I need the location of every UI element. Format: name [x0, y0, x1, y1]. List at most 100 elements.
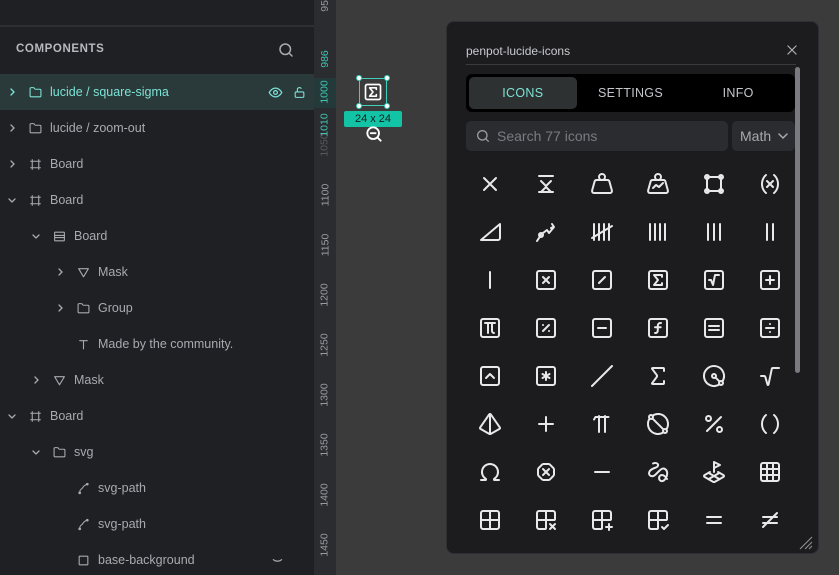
resize-handle[interactable]: [384, 75, 390, 81]
tab-icons[interactable]: ICONS: [469, 77, 577, 109]
ruler-tick-label: 1300: [319, 383, 332, 407]
chevron-down-icon[interactable]: [270, 553, 285, 568]
tab-settings[interactable]: SETTINGS: [577, 77, 685, 109]
layer-item[interactable]: Board: [0, 146, 314, 182]
ruler-tick: 1300: [314, 370, 336, 420]
layer-item[interactable]: Made by the community.: [0, 326, 314, 362]
icon-tile[interactable]: [578, 256, 626, 304]
resize-handle[interactable]: [384, 103, 390, 109]
chevron-down-icon: [778, 133, 788, 140]
icon-tile[interactable]: [466, 208, 514, 256]
icon-tile[interactable]: [746, 496, 794, 544]
layer-item[interactable]: Board: [0, 182, 314, 218]
icon-tile[interactable]: [578, 496, 626, 544]
icon-tile[interactable]: [578, 304, 626, 352]
icon-tile[interactable]: [746, 352, 794, 400]
layer-item-label: Board: [50, 193, 84, 207]
icon-tile[interactable]: [466, 160, 514, 208]
icon-tile[interactable]: [522, 304, 570, 352]
icon-tile[interactable]: [578, 352, 626, 400]
icon-tile[interactable]: [466, 352, 514, 400]
layer-item[interactable]: lucide / square-sigma: [0, 74, 314, 110]
square-plus-icon: [760, 270, 780, 290]
layer-item[interactable]: svg-path: [0, 470, 314, 506]
icon-search-input[interactable]: [497, 121, 722, 151]
icon-tile[interactable]: [746, 256, 794, 304]
icon-tile[interactable]: [466, 256, 514, 304]
resize-handle[interactable]: [356, 75, 362, 81]
icon-tile[interactable]: [578, 208, 626, 256]
chevron-right-icon[interactable]: [7, 87, 17, 97]
icon-tile[interactable]: [634, 352, 682, 400]
icon-tile[interactable]: [522, 352, 570, 400]
icon-tile[interactable]: [578, 160, 626, 208]
icon-tile[interactable]: [466, 400, 514, 448]
icon-tile[interactable]: [522, 208, 570, 256]
resize-grip-icon[interactable]: [797, 534, 813, 550]
icon-tile[interactable]: [746, 208, 794, 256]
layer-item[interactable]: svg: [0, 434, 314, 470]
grid-2x2-plus-icon: [592, 510, 613, 531]
chevron-down-icon[interactable]: [7, 195, 17, 205]
icon-tile[interactable]: [634, 208, 682, 256]
resize-handle[interactable]: [356, 103, 362, 109]
chevron-right-icon[interactable]: [7, 123, 17, 133]
zoom-out-icon[interactable]: [364, 124, 384, 144]
layer-item-label: lucide / zoom-out: [50, 121, 146, 135]
icon-tile[interactable]: [578, 400, 626, 448]
plus-icon: [538, 416, 554, 432]
icon-tile[interactable]: [690, 448, 738, 496]
icon-tile[interactable]: [690, 160, 738, 208]
icon-tile[interactable]: [634, 448, 682, 496]
selected-shape-square-sigma[interactable]: [356, 75, 390, 109]
icon-tile[interactable]: [522, 448, 570, 496]
icon-tile[interactable]: [746, 160, 794, 208]
icon-tile[interactable]: [578, 448, 626, 496]
tab-info[interactable]: INFO: [684, 77, 792, 109]
icon-tile[interactable]: [466, 496, 514, 544]
chevron-down-icon[interactable]: [31, 447, 41, 457]
icon-tile[interactable]: [690, 496, 738, 544]
icon-tile[interactable]: [634, 400, 682, 448]
icon-tile[interactable]: [522, 160, 570, 208]
icon-tile[interactable]: [690, 304, 738, 352]
chevron-right-icon[interactable]: [7, 159, 17, 169]
icon-tile[interactable]: [690, 256, 738, 304]
search-icon[interactable]: [277, 41, 295, 59]
chevron-right-icon[interactable]: [55, 303, 65, 313]
icon-tile[interactable]: [466, 304, 514, 352]
icon-tile[interactable]: [746, 448, 794, 496]
eye-icon[interactable]: [268, 85, 283, 100]
unlock-icon[interactable]: [293, 86, 306, 99]
layer-item[interactable]: Mask: [0, 254, 314, 290]
board-icon: [30, 158, 41, 170]
chevron-down-icon[interactable]: [31, 231, 41, 241]
layer-item[interactable]: Board: [0, 218, 314, 254]
icon-tile[interactable]: [634, 160, 682, 208]
close-icon[interactable]: [785, 43, 799, 57]
icon-tile[interactable]: [522, 256, 570, 304]
layer-item[interactable]: Board: [0, 398, 314, 434]
layer-item[interactable]: lucide / zoom-out: [0, 110, 314, 146]
icon-tile[interactable]: [690, 352, 738, 400]
tally-5-icon: [591, 223, 613, 241]
layer-item[interactable]: base-background: [0, 542, 314, 575]
icon-tile[interactable]: [634, 304, 682, 352]
icon-tile[interactable]: [522, 400, 570, 448]
layer-item[interactable]: Group: [0, 290, 314, 326]
icon-tile[interactable]: [522, 496, 570, 544]
folder-icon: [29, 86, 42, 97]
chevron-down-icon[interactable]: [7, 411, 17, 421]
icon-tile[interactable]: [690, 208, 738, 256]
chevron-right-icon[interactable]: [55, 267, 65, 277]
layer-item[interactable]: svg-path: [0, 506, 314, 542]
category-select[interactable]: Math: [732, 121, 795, 151]
layer-item[interactable]: Mask: [0, 362, 314, 398]
icon-tile[interactable]: [746, 400, 794, 448]
icon-tile[interactable]: [746, 304, 794, 352]
icon-tile[interactable]: [634, 496, 682, 544]
icon-tile[interactable]: [466, 448, 514, 496]
icon-tile[interactable]: [634, 256, 682, 304]
icon-tile[interactable]: [690, 400, 738, 448]
chevron-right-icon[interactable]: [31, 375, 41, 385]
